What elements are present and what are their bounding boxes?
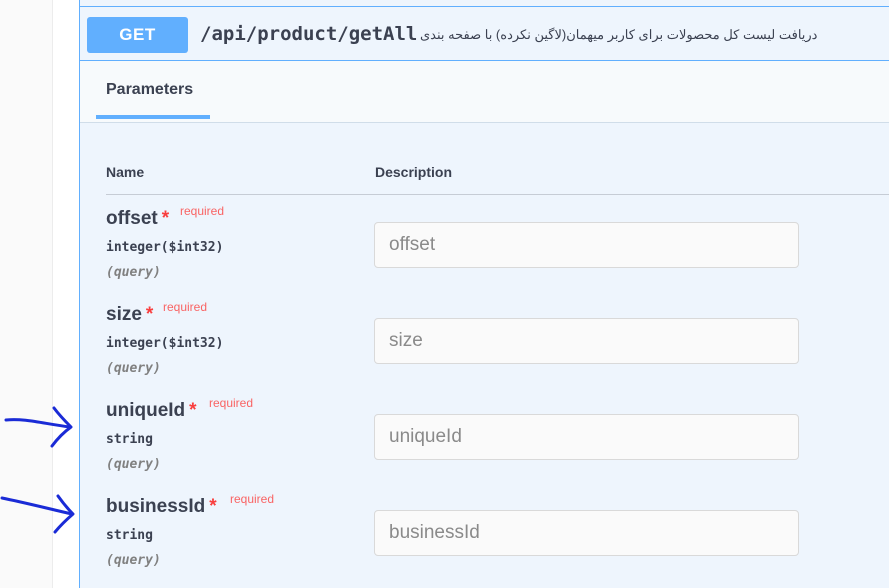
parameter-name: offset *: [106, 208, 169, 230]
tab-parameters[interactable]: Parameters: [96, 61, 210, 119]
parameter-row-businessid: businessId * required string (query): [106, 492, 889, 588]
parameter-location: (query): [106, 265, 161, 280]
parameter-name-text: offset: [106, 208, 158, 229]
parameter-name: businessId *: [106, 496, 217, 518]
tab-parameters-label: Parameters: [106, 81, 194, 98]
method-badge: GET: [87, 17, 188, 53]
required-label: required: [209, 396, 254, 410]
operation-description: دریافت لیست کل محصولات برای کاربر میهمان…: [420, 27, 818, 42]
parameter-location: (query): [106, 553, 161, 568]
parameter-name-text: businessId: [106, 496, 206, 517]
parameter-row-offset: offset * required integer($int32) (query): [106, 204, 889, 300]
required-label: required: [230, 492, 275, 506]
required-star: *: [209, 496, 217, 517]
operation-block: GET /api/product/getAll دریافت لیست کل م…: [79, 0, 889, 588]
required-star: *: [161, 208, 170, 229]
parameter-type: integer($int32): [106, 240, 224, 255]
parameter-type: integer($int32): [106, 336, 224, 351]
annotation-arrow-icon: [4, 406, 73, 448]
name-column-header: Name: [106, 164, 145, 180]
required-star: *: [145, 304, 154, 325]
parameter-name-text: uniqueId: [106, 400, 186, 421]
parameter-location: (query): [106, 361, 161, 376]
parameter-type: string: [106, 528, 153, 543]
parameters-header: Parameters: [80, 61, 889, 123]
businessid-input[interactable]: [374, 510, 799, 556]
parameter-name: uniqueId *: [106, 400, 197, 422]
parameter-name-text: size: [106, 304, 142, 325]
operation-summary[interactable]: GET /api/product/getAll دریافت لیست کل م…: [80, 6, 889, 61]
size-input[interactable]: [374, 318, 799, 364]
parameter-name: size *: [106, 304, 153, 326]
required-label: required: [180, 204, 225, 218]
offset-input[interactable]: [374, 222, 799, 268]
description-column-header: Description: [375, 164, 453, 180]
parameter-type: string: [106, 432, 153, 447]
required-label: required: [163, 300, 208, 314]
parameter-location: (query): [106, 457, 161, 472]
required-star: *: [189, 400, 197, 421]
endpoint-path: /api/product/getAll: [200, 23, 418, 45]
parameter-row-size: size * required integer($int32) (query): [106, 300, 889, 396]
annotation-arrow-icon: [0, 494, 75, 534]
parameter-row-uniqueid: uniqueId * required string (query): [106, 396, 889, 492]
header-divider: [106, 194, 889, 195]
uniqueid-input[interactable]: [374, 414, 799, 460]
